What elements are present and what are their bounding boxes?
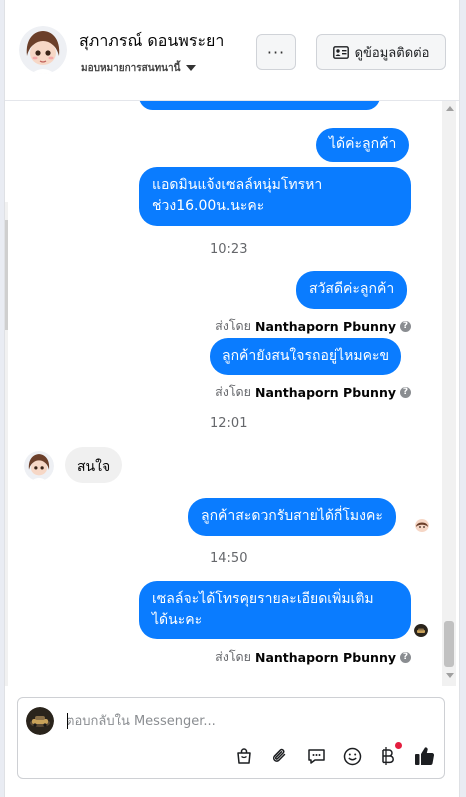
scrollbar-thumb[interactable]: [444, 621, 454, 667]
read-receipt-avatar: [415, 518, 429, 532]
view-contact-info-button[interactable]: ดูข้อมูลติดต่อ: [316, 34, 446, 70]
timestamp: 12:01: [210, 416, 248, 431]
message-bubble-outgoing[interactable]: ได้ค่ะลูกค้า: [316, 128, 410, 162]
more-icon: ···: [266, 42, 286, 62]
reply-input[interactable]: [66, 710, 366, 732]
message-text: เซลล์จะได้โทรคุยรายละเอียดเพิ่มเติม: [152, 591, 374, 607]
thread-scrollbar[interactable]: [442, 101, 456, 686]
page-avatar: [26, 707, 54, 735]
message-text: ลูกค้าสะดวกรับสายได้กี่โมงคะ: [201, 508, 383, 524]
message-text: แอดมินแจ้งเซลล์หนุ่มโทรหา: [152, 177, 323, 193]
conversation-panel: สุภาภรณ์ ดอนพระยา มอบหมายการสนทนานี้ ···…: [4, 0, 460, 797]
contact-card-icon: [332, 45, 349, 59]
message-bubble-outgoing[interactable]: เซลล์จะได้โทรคุยรายละเอียดเพิ่มเติม ได้น…: [139, 581, 411, 639]
message-bubble-incoming[interactable]: สนใจ: [65, 447, 123, 483]
like-button[interactable]: [413, 745, 435, 767]
attach-button[interactable]: [269, 745, 291, 767]
sent-by-label: ส่งโดย Nanthaporn Pbunny ?: [215, 316, 411, 336]
message-thread[interactable]: ได้ค่ะลูกค้า แอดมินแจ้งเซลล์หนุ่มโทรหา ช…: [5, 101, 459, 686]
scroll-down-arrow-icon[interactable]: [446, 673, 454, 678]
caret-down-icon: [186, 65, 197, 71]
sent-by-prefix: ส่งโดย: [215, 384, 251, 399]
sent-by-label: ส่งโดย Nanthaporn Pbunny ?: [215, 382, 411, 402]
customer-avatar[interactable]: [19, 26, 67, 74]
assign-label: มอบหมายการสนทนานี้: [81, 63, 181, 74]
message-text: ได้นะคะ: [152, 612, 203, 628]
attachment-icon: [272, 748, 286, 762]
message-text: สวัสดีค่ะลูกค้า: [309, 281, 395, 297]
message-text: ช่วง16.00น.นะคะ: [152, 198, 265, 214]
info-icon[interactable]: ?: [400, 320, 411, 332]
message-bubble-outgoing[interactable]: ลูกค้ายังสนใจรถอยู่ไหมคะข: [210, 338, 402, 375]
message-text: ได้ค่ะลูกค้า: [329, 136, 397, 152]
contact-button-label: ดูข้อมูลติดต่อ: [354, 45, 430, 61]
info-icon[interactable]: ?: [400, 651, 411, 663]
left-scroll-edge: [5, 202, 8, 686]
comment-bubble-icon: [307, 749, 325, 764]
customer-avatar-small[interactable]: [24, 451, 54, 481]
sent-by-prefix: ส่งโดย: [215, 649, 251, 664]
timestamp: 10:23: [210, 242, 248, 257]
sender-name: Nanthaporn Pbunny: [254, 384, 396, 400]
sender-name: Nanthaporn Pbunny: [254, 318, 396, 334]
message-bubble-outgoing[interactable]: แอดมินแจ้งเซลล์หนุ่มโทรหา ช่วง16.00น.นะค…: [139, 167, 411, 226]
message-text: ลูกค้ายังสนใจรถอยู่ไหมคะข: [222, 348, 390, 364]
sent-by-prefix: ส่งโดย: [215, 318, 251, 333]
info-icon[interactable]: ?: [400, 386, 411, 398]
message-bubble-outgoing[interactable]: ลูกค้าสะดวกรับสายได้กี่โมงคะ: [188, 498, 396, 536]
emoji-button[interactable]: [341, 745, 363, 767]
text-cursor: [67, 713, 68, 729]
conversation-header: สุภาภรณ์ ดอนพระยา มอบหมายการสนทนานี้ ···…: [5, 0, 459, 101]
thumbs-up-icon: [414, 747, 434, 765]
more-button[interactable]: ···: [256, 34, 296, 70]
scroll-up-arrow-icon[interactable]: [446, 106, 454, 111]
message-composer: [17, 697, 445, 779]
saved-replies-button[interactable]: [305, 745, 327, 767]
assign-conversation-dropdown[interactable]: มอบหมายการสนทนานี้: [81, 61, 197, 76]
shop-button[interactable]: [233, 745, 255, 767]
sent-by-label: ส่งโดย Nanthaporn Pbunny ?: [215, 647, 411, 667]
shopping-bag-icon: [237, 748, 251, 764]
message-bubble-outgoing[interactable]: สวัสดีค่ะลูกค้า: [296, 271, 408, 309]
sender-name: Nanthaporn Pbunny: [254, 649, 396, 665]
timestamp: 14:50: [210, 551, 248, 566]
payment-notification-dot: [395, 742, 402, 749]
message-text: สนใจ: [77, 459, 111, 475]
emoji-icon: [343, 747, 361, 765]
baht-icon: [382, 747, 394, 765]
message-bubble-outgoing-cut[interactable]: [139, 101, 380, 110]
sender-avatar-small: [414, 623, 428, 637]
customer-name: สุภาภรณ์ ดอนพระยา: [79, 31, 225, 50]
